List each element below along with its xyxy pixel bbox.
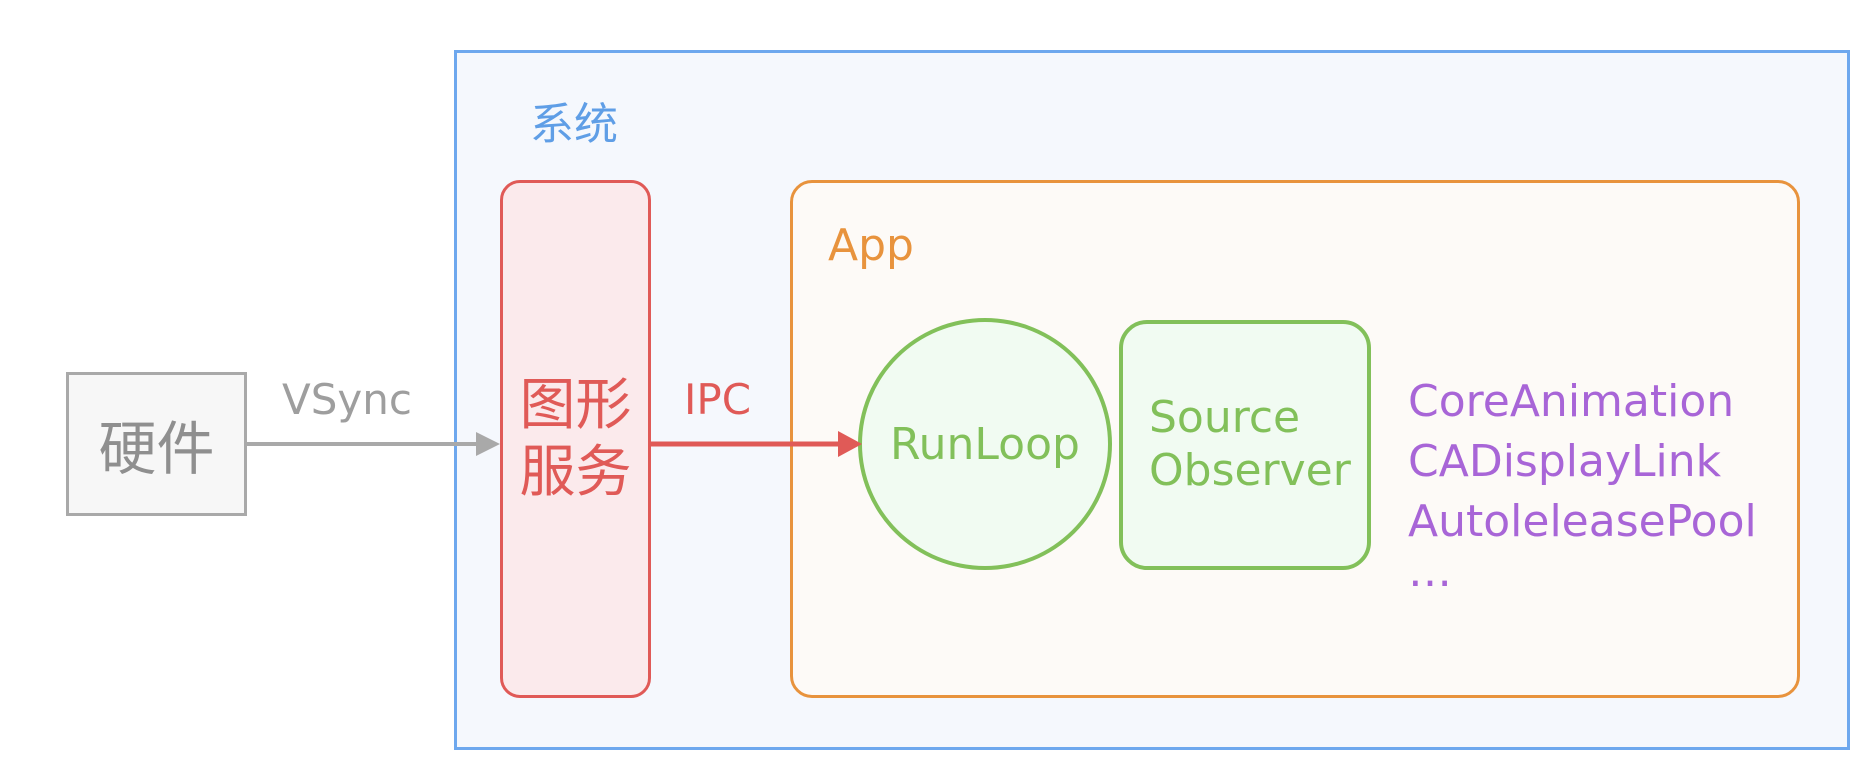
vsync-arrow xyxy=(247,432,500,456)
ipc-arrow xyxy=(651,431,862,457)
connector-layer xyxy=(247,431,862,457)
